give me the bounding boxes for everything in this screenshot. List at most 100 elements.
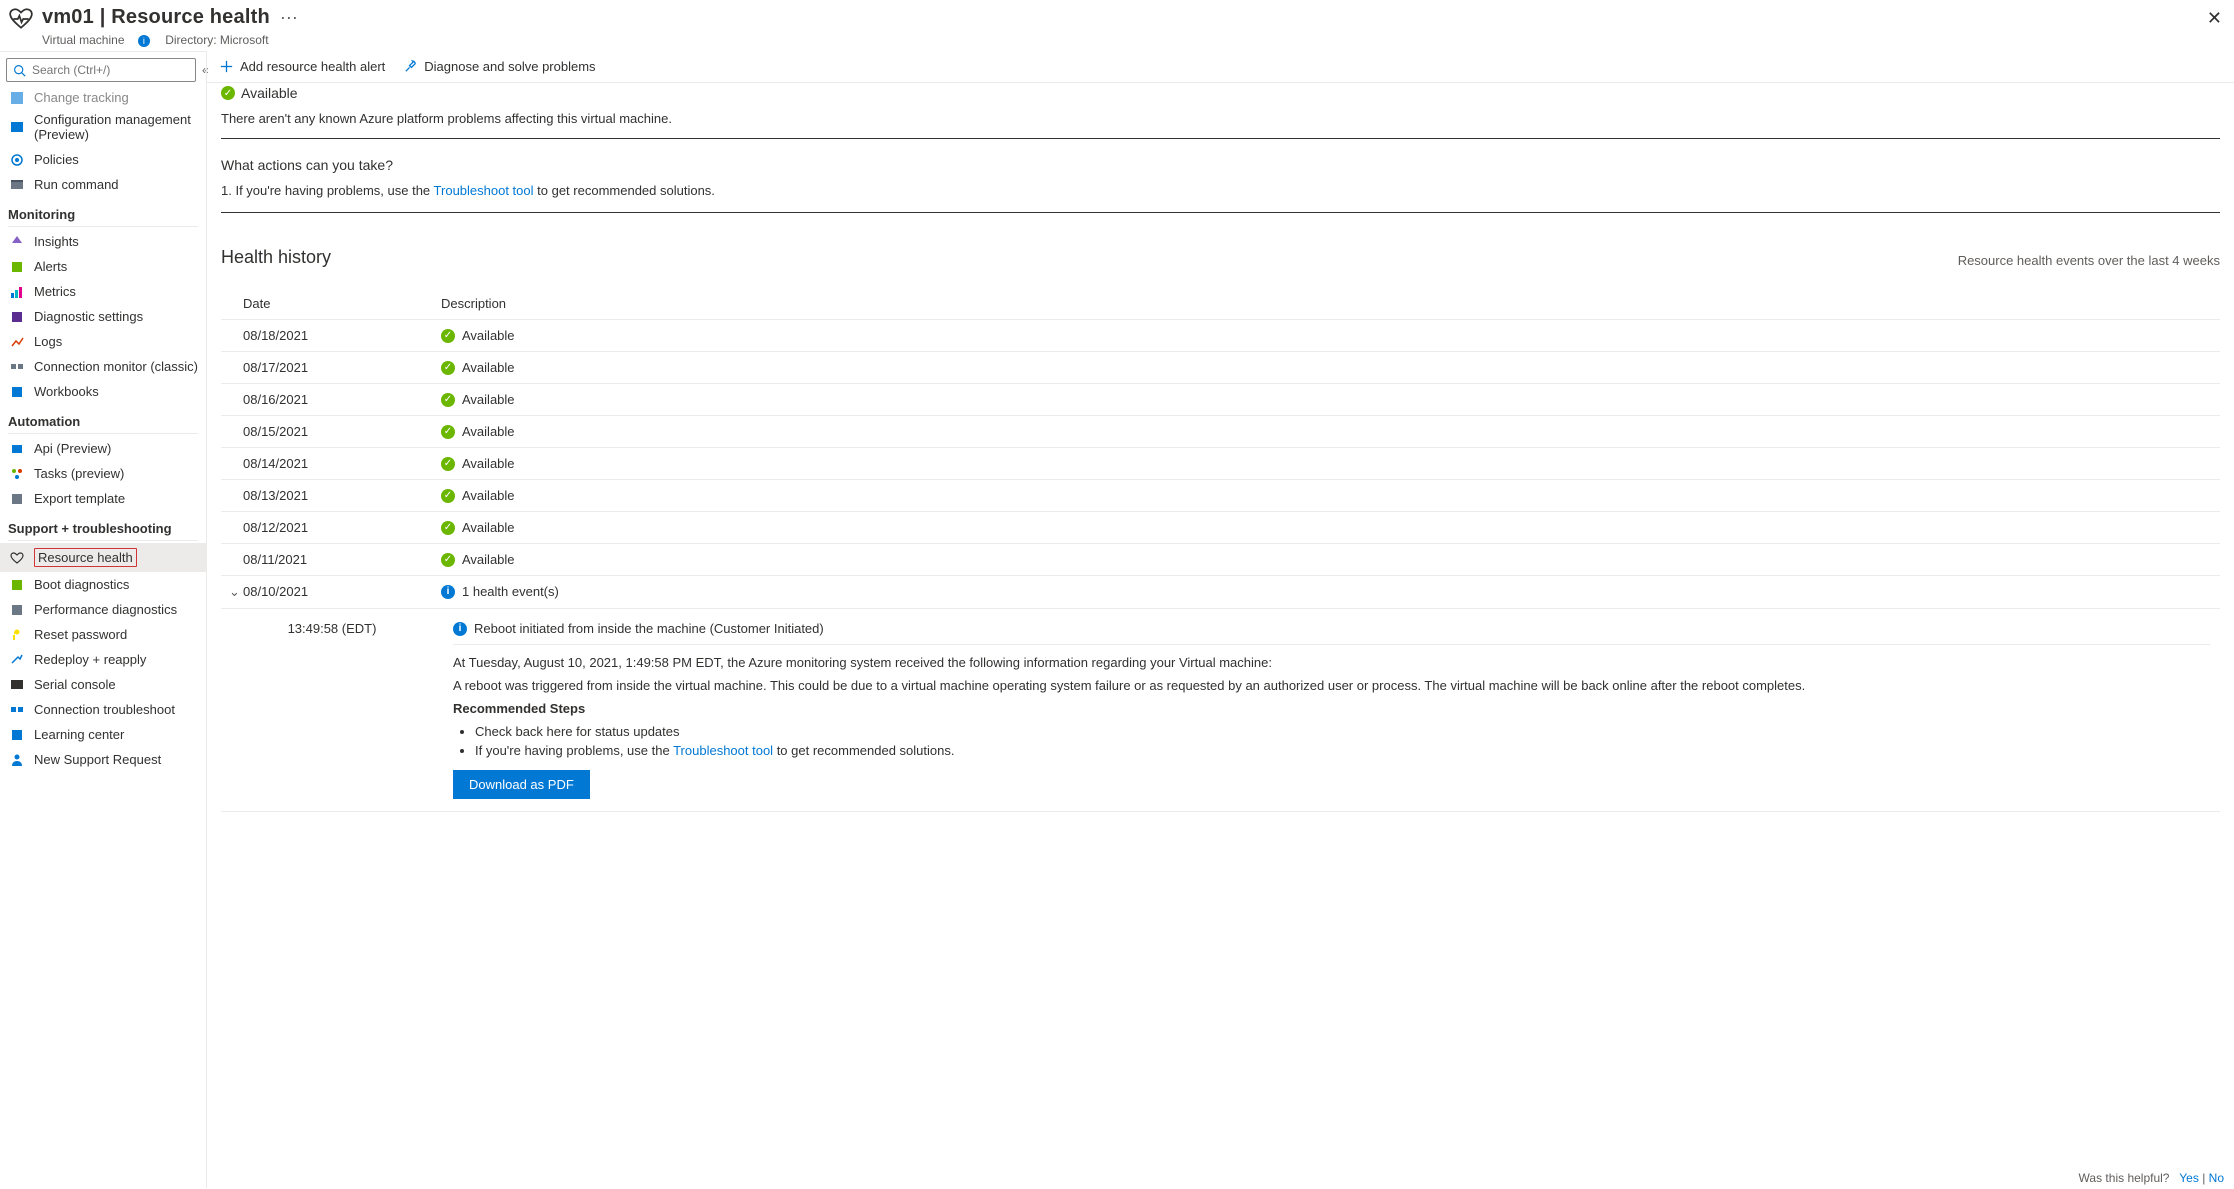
more-actions-button[interactable]: ··· <box>280 7 298 28</box>
sidebar-item-api[interactable]: Api (Preview) <box>0 436 206 461</box>
table-row[interactable]: 08/15/2021 ✓Available <box>221 416 2220 448</box>
history-date: ⌄08/10/2021 <box>221 576 431 609</box>
resource-type-label: Virtual machine <box>42 33 125 47</box>
sidebar-item-performance-diagnostics[interactable]: Performance diagnostics <box>0 597 206 622</box>
history-date: 08/12/2021 <box>221 512 431 544</box>
sidebar-item-label: Tasks (preview) <box>34 466 124 481</box>
download-pdf-button[interactable]: Download as PDF <box>453 770 590 799</box>
check-icon: ✓ <box>441 329 455 343</box>
sidebar-item-alerts[interactable]: Alerts <box>0 254 206 279</box>
sidebar-item-run-command[interactable]: Run command <box>0 172 206 197</box>
history-status: Available <box>462 488 515 503</box>
directory-label: Directory: Microsoft <box>165 33 268 47</box>
sidebar-item-resource-health[interactable]: Resource health <box>0 543 206 572</box>
sidebar-item-label: Reset password <box>34 627 127 642</box>
history-status: Available <box>462 552 515 567</box>
table-row[interactable]: 08/14/2021 ✓ Available <box>221 448 2220 480</box>
table-row[interactable]: 08/11/2021 ✓ Available <box>221 544 2220 576</box>
table-row[interactable]: 08/13/2021 ✓Available <box>221 480 2220 512</box>
sidebar-item-tasks[interactable]: Tasks (preview) <box>0 461 206 486</box>
sidebar-item-policies[interactable]: Policies <box>0 147 206 172</box>
history-date: 08/15/2021 <box>221 416 431 448</box>
content-scroll[interactable]: ✓ Available There aren't any known Azure… <box>207 83 2234 1188</box>
sidebar-section-support: Support + troubleshooting <box>0 511 206 540</box>
add-resource-health-alert-button[interactable]: Add resource health alert <box>219 59 385 74</box>
sidebar-section-automation: Automation <box>0 404 206 433</box>
check-icon: ✓ <box>441 457 455 471</box>
table-row-expanded[interactable]: ⌄08/10/2021 i1 health event(s) <box>221 576 2220 609</box>
event-paragraph: A reboot was triggered from inside the v… <box>453 678 2210 693</box>
recommended-step: If you're having problems, use the Troub… <box>475 743 2210 758</box>
history-status: Available <box>462 520 515 535</box>
table-row[interactable]: 08/16/2021 ✓Available <box>221 384 2220 416</box>
sidebar-item-serial-console[interactable]: Serial console <box>0 672 206 697</box>
history-status: Available <box>462 456 515 471</box>
table-row[interactable]: 08/18/2021 ✓ Available <box>221 320 2220 352</box>
sidebar-item-label: Redeploy + reapply <box>34 652 146 667</box>
event-title: Reboot initiated from inside the machine… <box>474 621 824 636</box>
sidebar-item-label: Alerts <box>34 259 67 274</box>
check-icon: ✓ <box>441 425 455 439</box>
sidebar-item-export-template[interactable]: Export template <box>0 486 206 511</box>
search-input[interactable] <box>30 62 189 78</box>
history-date: 08/13/2021 <box>221 480 431 512</box>
check-icon: ✓ <box>441 393 455 407</box>
feedback-bar: Was this helpful? Yes | No <box>2079 1171 2224 1185</box>
sidebar-item-connection-monitor[interactable]: Connection monitor (classic) <box>0 354 206 379</box>
sidebar-item-boot-diagnostics[interactable]: Boot diagnostics <box>0 572 206 597</box>
check-icon: ✓ <box>441 521 455 535</box>
sidebar-item-label: Connection troubleshoot <box>34 702 175 717</box>
feedback-yes-link[interactable]: Yes <box>2179 1171 2199 1185</box>
col-description[interactable]: Description <box>431 288 2220 320</box>
sidebar-item-label: Learning center <box>34 727 124 742</box>
recommended-steps-heading: Recommended Steps <box>453 701 585 716</box>
col-date[interactable]: Date <box>221 288 431 320</box>
sidebar-item-reset-password[interactable]: Reset password <box>0 622 206 647</box>
health-history-table: Date Description 08/18/2021 ✓Available08… <box>221 288 2220 812</box>
sidebar-item-configuration-management[interactable]: Configuration management (Preview) <box>0 107 206 147</box>
sidebar-item-label: Export template <box>34 491 125 506</box>
info-icon: i <box>441 585 455 599</box>
event-time: 13:49:58 (EDT) <box>221 609 431 812</box>
main-panel: Add resource health alert Diagnose and s… <box>206 51 2234 1188</box>
history-date: 08/17/2021 <box>221 352 431 384</box>
info-icon[interactable]: i <box>138 35 150 47</box>
history-date: 08/14/2021 <box>221 448 431 480</box>
sidebar-item-insights[interactable]: Insights <box>0 229 206 254</box>
sidebar-item-learning-center[interactable]: Learning center <box>0 722 206 747</box>
sidebar-item-label: Performance diagnostics <box>34 602 177 617</box>
sidebar-item-new-support-request[interactable]: New Support Request <box>0 747 206 772</box>
sidebar-item-redeploy[interactable]: Redeploy + reapply <box>0 647 206 672</box>
sidebar-item-label: Insights <box>34 234 79 249</box>
sidebar-item-change-tracking[interactable]: Change tracking <box>0 88 206 107</box>
sidebar-item-workbooks[interactable]: Workbooks <box>0 379 206 404</box>
sidebar-item-connection-troubleshoot[interactable]: Connection troubleshoot <box>0 697 206 722</box>
sidebar-nav[interactable]: Change tracking Configuration management… <box>0 88 206 1188</box>
health-history-title: Health history <box>221 247 331 268</box>
sidebar-item-label: Run command <box>34 177 119 192</box>
search-icon <box>13 64 26 77</box>
sidebar-item-diagnostic-settings[interactable]: Diagnostic settings <box>0 304 206 329</box>
event-body: At Tuesday, August 10, 2021, 1:49:58 PM … <box>453 655 2210 799</box>
wrench-icon <box>403 59 418 74</box>
history-status: Available <box>462 328 515 343</box>
status-line: ✓ Available <box>221 85 2220 101</box>
feedback-no-link[interactable]: No <box>2209 1171 2224 1185</box>
check-icon: ✓ <box>221 86 235 100</box>
event-paragraph: At Tuesday, August 10, 2021, 1:49:58 PM … <box>453 655 2210 670</box>
history-date: 08/11/2021 <box>221 544 431 576</box>
troubleshoot-tool-link[interactable]: Troubleshoot tool <box>673 743 773 758</box>
history-date: 08/18/2021 <box>221 320 431 352</box>
close-button[interactable]: ✕ <box>2207 8 2222 29</box>
table-row[interactable]: 08/17/2021 ✓Available <box>221 352 2220 384</box>
chevron-down-icon[interactable]: ⌄ <box>229 584 243 600</box>
sidebar-item-logs[interactable]: Logs <box>0 329 206 354</box>
resource-health-icon <box>8 6 34 32</box>
sidebar-item-metrics[interactable]: Metrics <box>0 279 206 304</box>
check-icon: ✓ <box>441 553 455 567</box>
diagnose-and-solve-button[interactable]: Diagnose and solve problems <box>403 59 595 74</box>
troubleshoot-tool-link[interactable]: Troubleshoot tool <box>434 183 534 198</box>
table-row[interactable]: 08/12/2021 ✓ Available <box>221 512 2220 544</box>
sidebar-item-label: Boot diagnostics <box>34 577 129 592</box>
search-box[interactable] <box>6 58 196 82</box>
